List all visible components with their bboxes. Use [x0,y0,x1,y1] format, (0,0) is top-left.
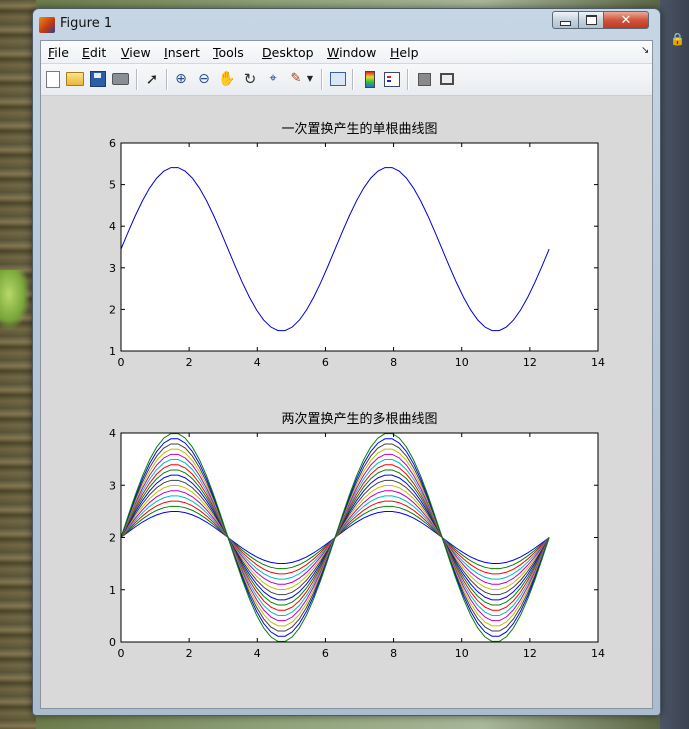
figure-window: Figure 1 ✕ File Edit View Insert Tools D… [32,8,661,716]
new-figure-icon[interactable] [44,70,62,88]
y-tick-label: 1 [109,584,116,597]
window-titlebar[interactable]: Figure 1 ✕ [33,9,660,39]
menu-desktop[interactable]: Desktop [262,45,314,60]
x-tick-label: 14 [591,356,605,369]
desktop-wallpaper-leaf [0,270,30,330]
axes-2: 0 2 4 6 8 10 12 1401234两次置换产生的多根曲线图 [109,411,605,660]
x-tick-label: 14 [591,647,605,660]
lock-icon: 🔒 [670,32,685,46]
x-tick-label: 6 [322,356,329,369]
edit-plot-arrow-icon[interactable]: ➚ [143,70,161,88]
x-tick-label: 6 [322,647,329,660]
y-tick-label: 5 [109,179,116,192]
rotate-3d-icon[interactable]: ↻ [241,70,259,88]
x-tick-label: 10 [455,647,469,660]
menu-help[interactable]: Help [390,45,419,60]
plot-area [121,143,598,351]
maximize-button[interactable] [578,11,604,29]
axes-title: 一次置换产生的单根曲线图 [281,121,437,137]
window-title: Figure 1 [60,16,113,31]
y-tick-label: 1 [109,345,116,358]
desktop-wallpaper-bark [0,0,36,729]
link-plot-icon[interactable] [329,70,347,88]
minimize-icon [560,20,571,26]
y-tick-label: 4 [109,427,116,440]
print-icon[interactable] [111,70,129,88]
menu-dock-arrow-icon[interactable]: ↘ [641,45,649,56]
brush-dropdown-icon[interactable]: ▼ [305,70,315,88]
x-tick-label: 2 [186,647,193,660]
plot-area [121,433,598,642]
close-icon: ✕ [620,12,632,28]
y-tick-label: 3 [109,479,116,492]
open-file-icon[interactable] [66,70,84,88]
toolbar-separator [352,69,354,90]
toolbar-separator [136,69,138,90]
data-cursor-icon[interactable]: ⌖ [264,70,282,88]
x-tick-label: 4 [254,356,261,369]
x-tick-label: 8 [390,356,397,369]
figure-toolbar: ➚ ⊕ ⊖ ✋ ↻ ⌖ ✎ ▼ [41,64,652,96]
menu-tools[interactable]: Tools [213,45,244,60]
y-tick-label: 0 [109,636,116,649]
toolbar-separator [321,69,323,90]
zoom-in-icon[interactable]: ⊕ [172,70,190,88]
figure-plots: 0 2 4 6 8 10 12 14123456一次置换产生的单根曲线图0 2 4 6 8 10 12 14… [109,121,605,660]
x-tick-label: 8 [390,647,397,660]
pan-hand-icon[interactable]: ✋ [218,70,236,88]
y-tick-label: 3 [109,262,116,275]
y-tick-label: 2 [109,303,116,316]
menu-bar: File Edit View Insert Tools Desktop Wind… [41,41,652,64]
desktop-right-edge [660,0,689,729]
x-tick-label: 10 [455,356,469,369]
x-tick-label: 12 [523,356,537,369]
x-tick-label: 12 [523,647,537,660]
close-button[interactable]: ✕ [603,11,649,29]
menu-insert[interactable]: Insert [164,45,200,60]
toolbar-separator [407,69,409,90]
y-tick-label: 2 [109,532,116,545]
menu-file[interactable]: File [48,45,69,60]
matlab-app-icon [39,17,55,33]
show-plot-tools-icon[interactable] [438,70,456,88]
y-tick-label: 6 [109,137,116,150]
brush-icon[interactable]: ✎ [287,70,305,88]
colorbar-icon[interactable] [361,70,379,88]
toolbar-separator [166,69,168,90]
x-tick-label: 4 [254,647,261,660]
axes-1: 0 2 4 6 8 10 12 14123456一次置换产生的单根曲线图 [109,121,605,369]
axes-title: 两次置换产生的多根曲线图 [281,411,437,427]
x-tick-label: 2 [186,356,193,369]
minimize-button[interactable] [552,11,579,29]
menu-window[interactable]: Window [327,45,376,60]
menu-edit[interactable]: Edit [82,45,106,60]
hide-plot-tools-icon[interactable] [415,70,433,88]
figure-canvas: 0 2 4 6 8 10 12 14 1 2 3 4 5 6 一次置换产生的单根曲线图 0 2 4 6 8 10 12 14… [41,96,652,708]
maximize-icon [585,15,597,25]
x-tick-label: 0 [118,647,125,660]
y-tick-label: 4 [109,220,116,233]
legend-icon[interactable] [383,70,401,88]
zoom-out-icon[interactable]: ⊖ [195,70,213,88]
save-icon[interactable] [89,70,107,88]
x-tick-label: 0 [118,356,125,369]
menu-view[interactable]: View [121,45,151,60]
figure-client-area: File Edit View Insert Tools Desktop Wind… [40,40,653,709]
